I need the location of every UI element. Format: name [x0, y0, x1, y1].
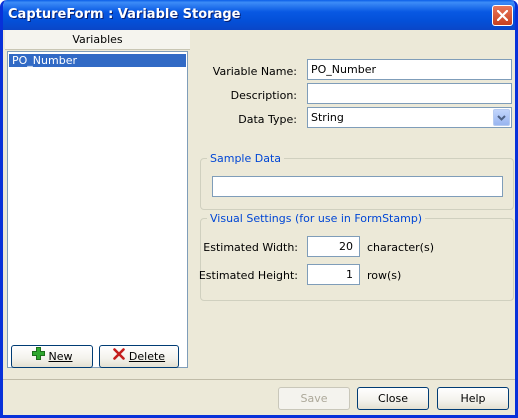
data-type-select[interactable]: String [307, 107, 512, 128]
list-item[interactable]: PO_Number [9, 54, 186, 67]
description-label: Description: [230, 89, 297, 102]
visual-settings-title: Visual Settings (for use in FormStamp) [207, 212, 426, 225]
estimated-width-input[interactable]: 20 [307, 236, 360, 257]
window-title: CaptureForm : Variable Storage [8, 7, 241, 22]
visual-settings-group: Visual Settings (for use in FormStamp) E… [198, 212, 514, 301]
footer-bar: Save Close Help [3, 380, 515, 415]
delete-button[interactable]: Delete [99, 345, 179, 368]
chevron-down-icon [497, 115, 506, 121]
sample-data-input[interactable] [212, 176, 503, 197]
dialog-body: Variables PO_Number New Delete Variable … [3, 30, 515, 415]
close-icon [497, 10, 508, 21]
estimated-height-input[interactable]: 1 [307, 264, 360, 285]
close-button[interactable]: Close [357, 387, 429, 410]
save-button[interactable]: Save [278, 387, 350, 410]
variable-storage-dialog: CaptureForm : Variable Storage Variables… [0, 0, 518, 418]
variable-name-label: Variable Name: [212, 65, 297, 78]
help-button[interactable]: Help [437, 387, 509, 410]
save-button-label: Save [300, 392, 328, 405]
data-type-label: Data Type: [238, 113, 297, 126]
variables-header: Variables [5, 30, 190, 50]
title-bar: CaptureForm : Variable Storage [3, 0, 515, 30]
x-icon [113, 346, 125, 367]
estimated-width-label: Estimated Width: [203, 241, 298, 254]
sample-data-group: Sample Data [200, 152, 514, 210]
variable-name-input[interactable]: PO_Number [307, 59, 512, 80]
plus-icon [31, 346, 45, 367]
variables-panel: Variables PO_Number [5, 30, 190, 375]
data-type-value: String [311, 111, 344, 124]
sample-data-title: Sample Data [207, 152, 285, 165]
description-input[interactable] [307, 83, 512, 104]
estimated-height-label: Estimated Height: [198, 269, 298, 282]
data-type-dropdown-button[interactable] [493, 109, 510, 126]
close-button-label: Close [378, 392, 408, 405]
estimated-width-unit: character(s) [367, 241, 434, 254]
window-close-button[interactable] [492, 5, 513, 26]
help-button-label: Help [460, 392, 486, 405]
new-button-label: New [48, 350, 73, 363]
new-button[interactable]: New [11, 345, 93, 368]
variables-listbox[interactable]: PO_Number [7, 51, 188, 368]
delete-button-label: Delete [128, 350, 166, 363]
estimated-height-unit: row(s) [367, 269, 402, 282]
